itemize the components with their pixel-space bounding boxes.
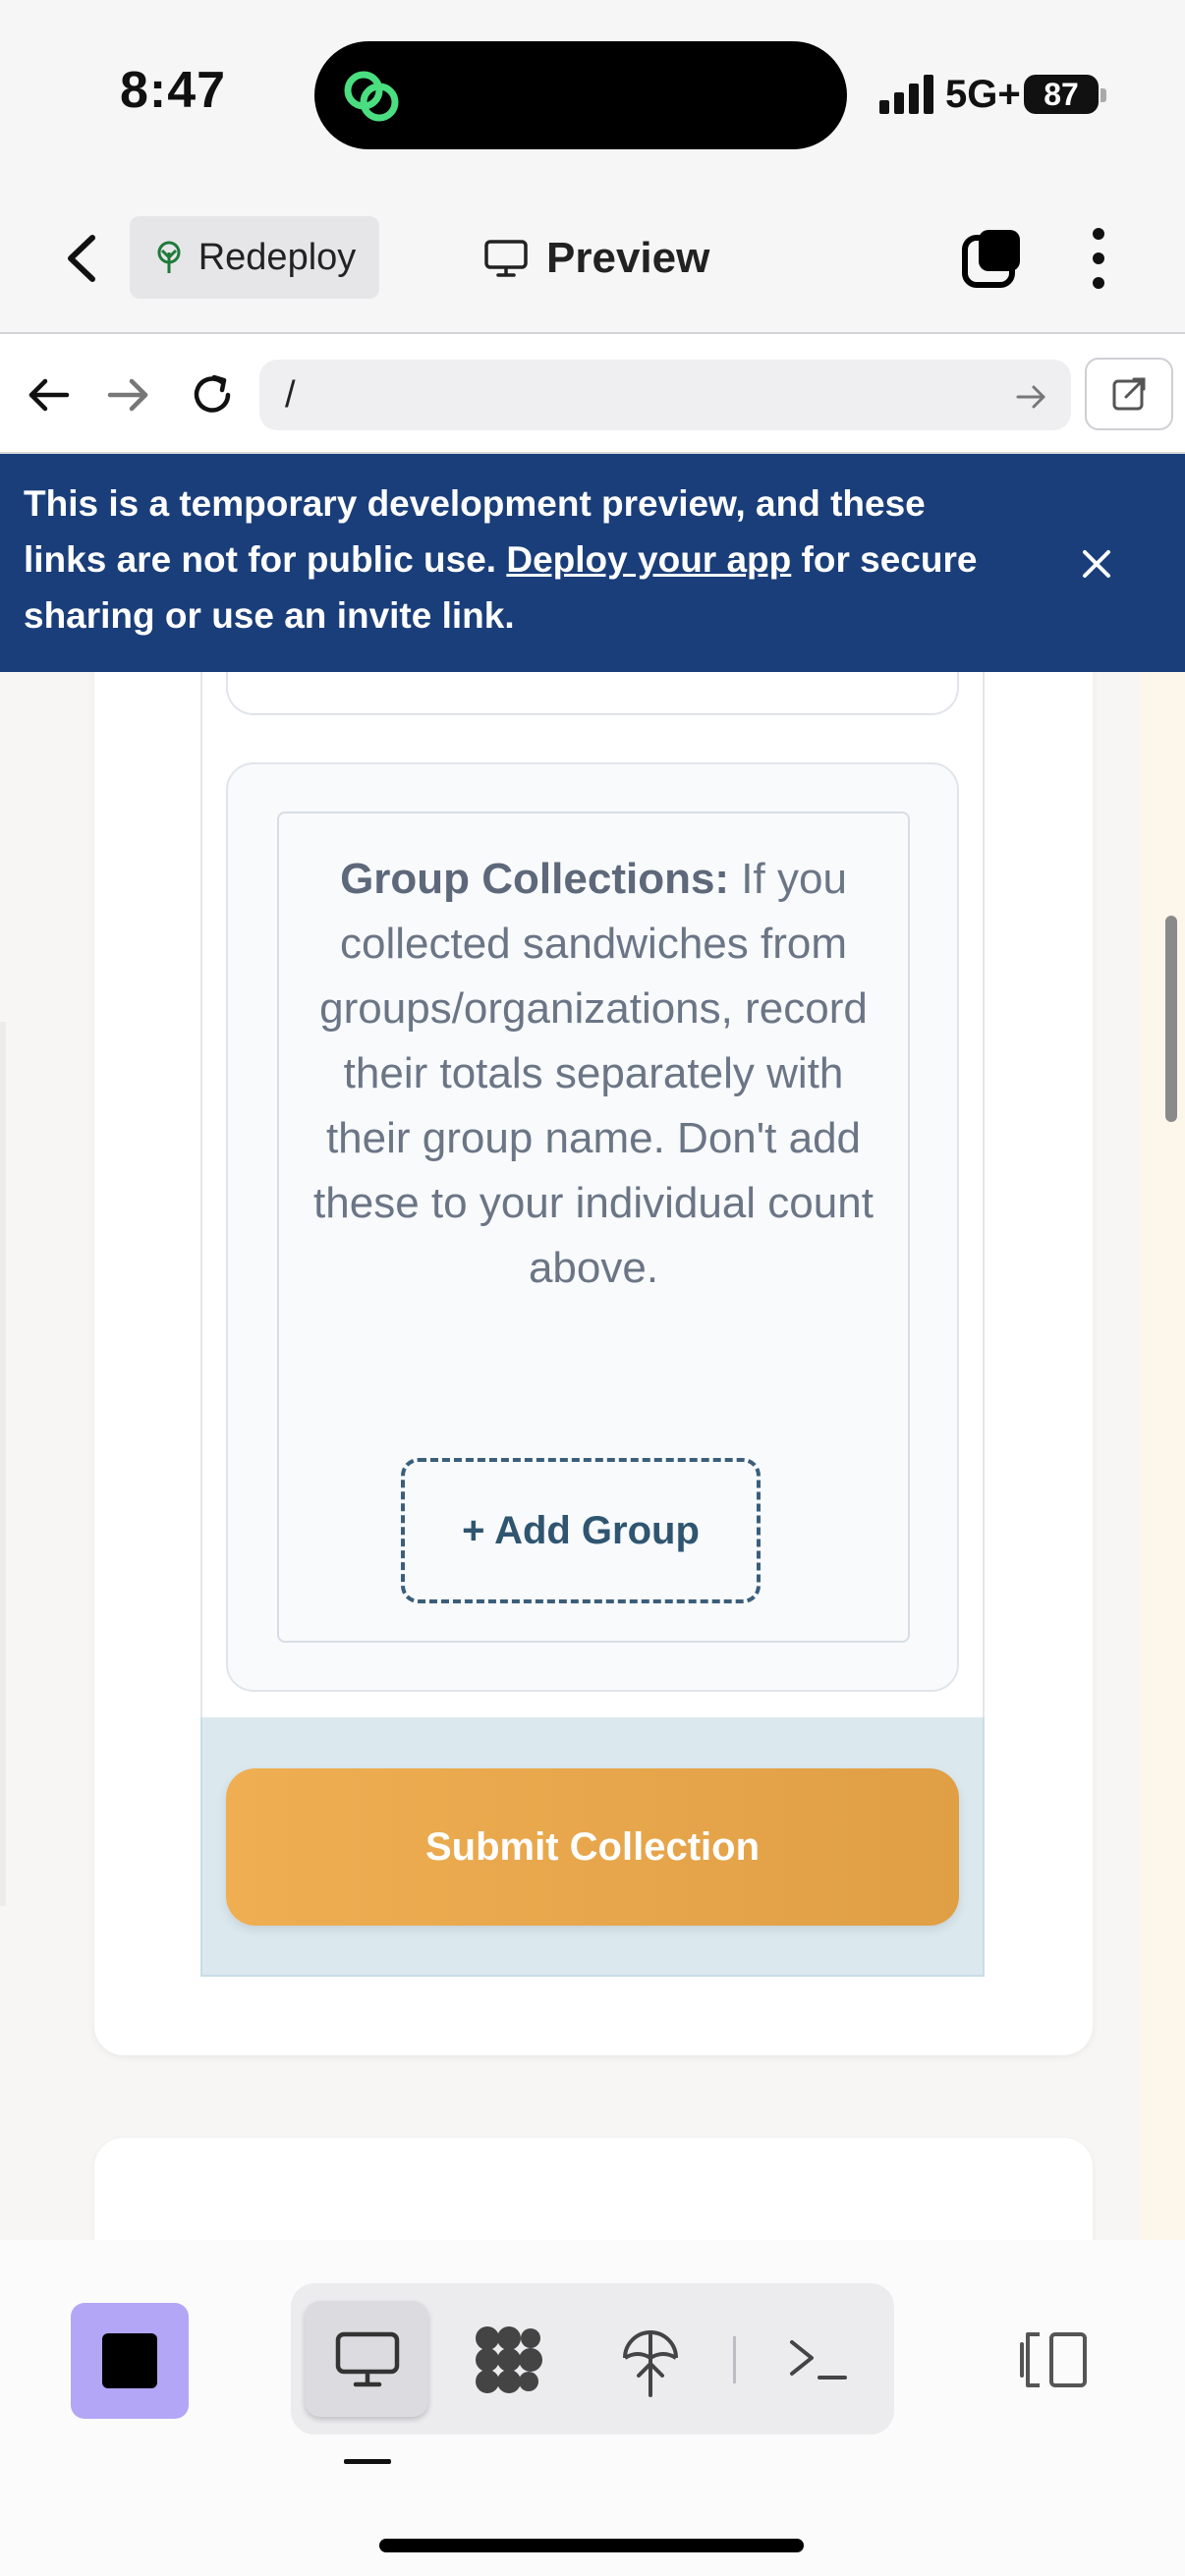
battery-indicator: 87 (1024, 75, 1099, 114)
right-edge-strip (1140, 672, 1185, 2240)
banner-message: This is a temporary development preview,… (24, 476, 1006, 644)
network-type: 5G+ (945, 73, 1021, 116)
go-arrow-icon[interactable] (1010, 375, 1053, 419)
url-field[interactable]: / (259, 360, 1071, 430)
workflow-icon[interactable] (470, 2323, 546, 2397)
redeploy-label: Redeploy (198, 236, 357, 278)
external-link-icon (1112, 377, 1146, 411)
group-collections-label: Group Collections: (340, 855, 730, 903)
link-app-icon (344, 71, 399, 122)
deploy-icon[interactable] (619, 2321, 682, 2399)
left-edge-sliver (0, 1022, 6, 1906)
active-tool-indicator (344, 2459, 391, 2464)
more-icon[interactable] (1071, 222, 1126, 295)
monitor-icon (484, 240, 528, 277)
arrow-left-icon[interactable] (22, 364, 77, 426)
preview-label: Preview (546, 234, 710, 282)
status-time: 8:47 (120, 62, 227, 119)
deploy-app-link[interactable]: Deploy your app (506, 539, 791, 580)
home-indicator (379, 2539, 804, 2552)
desktop-icon (335, 2331, 400, 2387)
arrow-right-icon[interactable] (100, 364, 155, 426)
tree-icon (157, 241, 181, 273)
battery-cap (1100, 88, 1106, 102)
reload-icon[interactable] (185, 364, 240, 426)
signal-icon (879, 75, 933, 114)
scrollbar[interactable] (1165, 916, 1177, 1122)
group-collections-text: If you collected sandwiches from groups/… (313, 855, 874, 1292)
preview-tab[interactable]: Preview (483, 224, 709, 293)
tool-divider (733, 2336, 736, 2383)
group-collections-info: Group Collections: If you collected sand… (307, 847, 880, 1301)
open-external-button[interactable] (1085, 358, 1173, 430)
terminal-icon[interactable] (784, 2330, 853, 2387)
split-view-icon[interactable] (1018, 2328, 1091, 2391)
redeploy-button[interactable]: Redeploy (130, 216, 379, 299)
submit-collection-button[interactable]: Submit Collection (226, 1768, 959, 1926)
stop-icon (102, 2333, 157, 2388)
add-group-button[interactable]: + Add Group (401, 1458, 761, 1603)
back-icon[interactable] (55, 224, 110, 293)
close-icon[interactable] (1071, 538, 1122, 589)
tabs-icon[interactable] (959, 224, 1028, 293)
